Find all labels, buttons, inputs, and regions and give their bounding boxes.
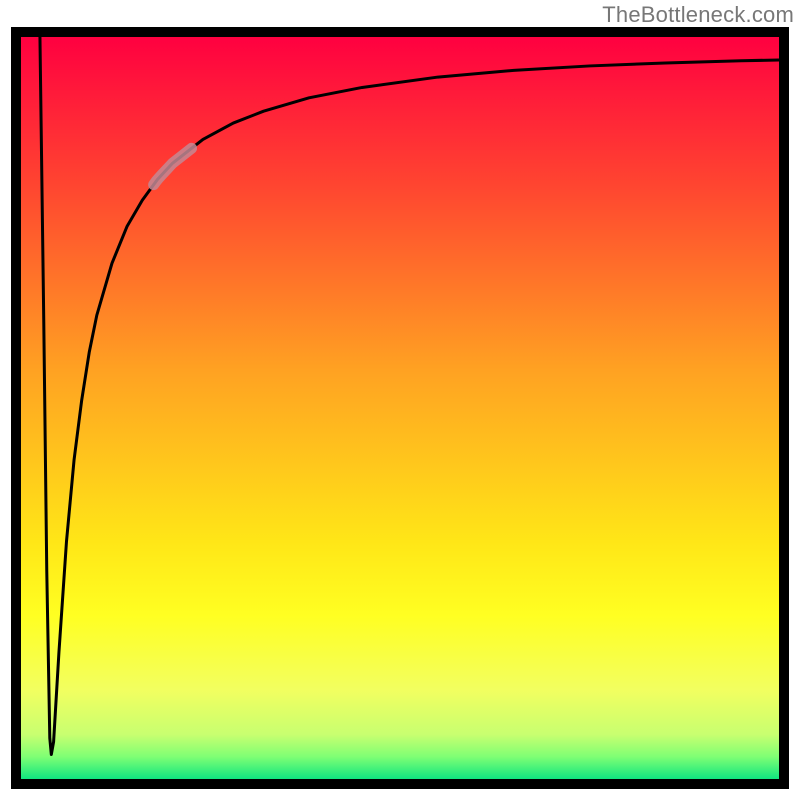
chart-frame [11,27,789,789]
gradient-background [21,37,779,779]
watermark-text: TheBottleneck.com [602,2,794,28]
bottleneck-chart [21,37,779,779]
